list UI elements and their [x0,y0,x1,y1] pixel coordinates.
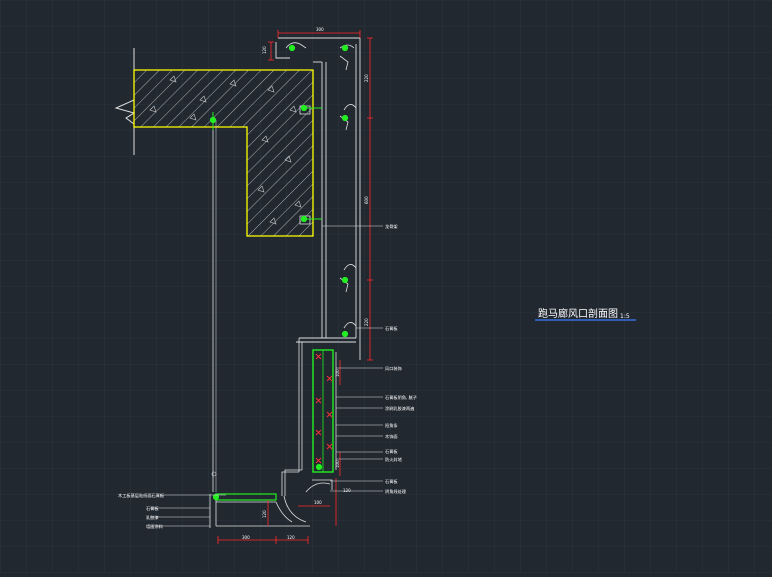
annotation-right-3: 石膏板阴角, 腻子 [385,394,417,401]
dim-vent-lower: 100 [335,460,340,468]
annotation-right-8: 防火封堵 [385,456,403,463]
dim-bottom-vert: 120 [262,510,267,518]
annotation-left-2: 乳胶漆 [146,514,159,521]
dim-bottom-mid: 100 [314,500,322,505]
annotation-left-0: 木工板基层贴纸面石膏板 [118,492,165,499]
annotation-right-0: 龙骨架 [385,223,398,230]
annotation-right-6: 木饰面 [385,433,398,440]
annotation-right-10: 阴角线处理 [385,488,407,495]
cad-canvas: 300 120 220 600 220 100 100 120 300 120 … [0,0,772,573]
annotation-right-1: 石膏板 [385,325,398,332]
dim-right-upper: 220 [364,74,369,82]
annotation-right-2: 风口装饰 [385,365,402,372]
dim-top-left: 120 [262,46,267,54]
dim-bottom-right: 120 [343,488,351,493]
drawing-title: 跑马廊风口剖面图 [538,307,618,320]
annotation-right-4: 涂刷乳胶漆两遍 [385,405,415,412]
dim-bottom-left: 300 [242,535,250,540]
annotation-left-3: 墙面涂料 [146,523,164,530]
section-drawing: 300 120 220 600 220 100 100 120 300 120 … [0,0,772,573]
dim-bottom-right2: 120 [287,535,295,540]
annotation-right-7: 石膏板 [385,448,398,455]
annotation-right-9: 石膏板 [385,478,398,485]
background-grid [0,0,772,573]
annotation-left-1: 石膏板 [146,505,159,512]
drawing-scale: 1:5 [620,313,630,320]
dim-vent-upper: 100 [335,369,340,377]
annotation-right-5: 阳角条 [385,422,398,429]
dim-top-width: 300 [316,27,324,32]
dim-right-middle: 600 [364,196,369,204]
dim-right-lower: 220 [364,318,369,326]
